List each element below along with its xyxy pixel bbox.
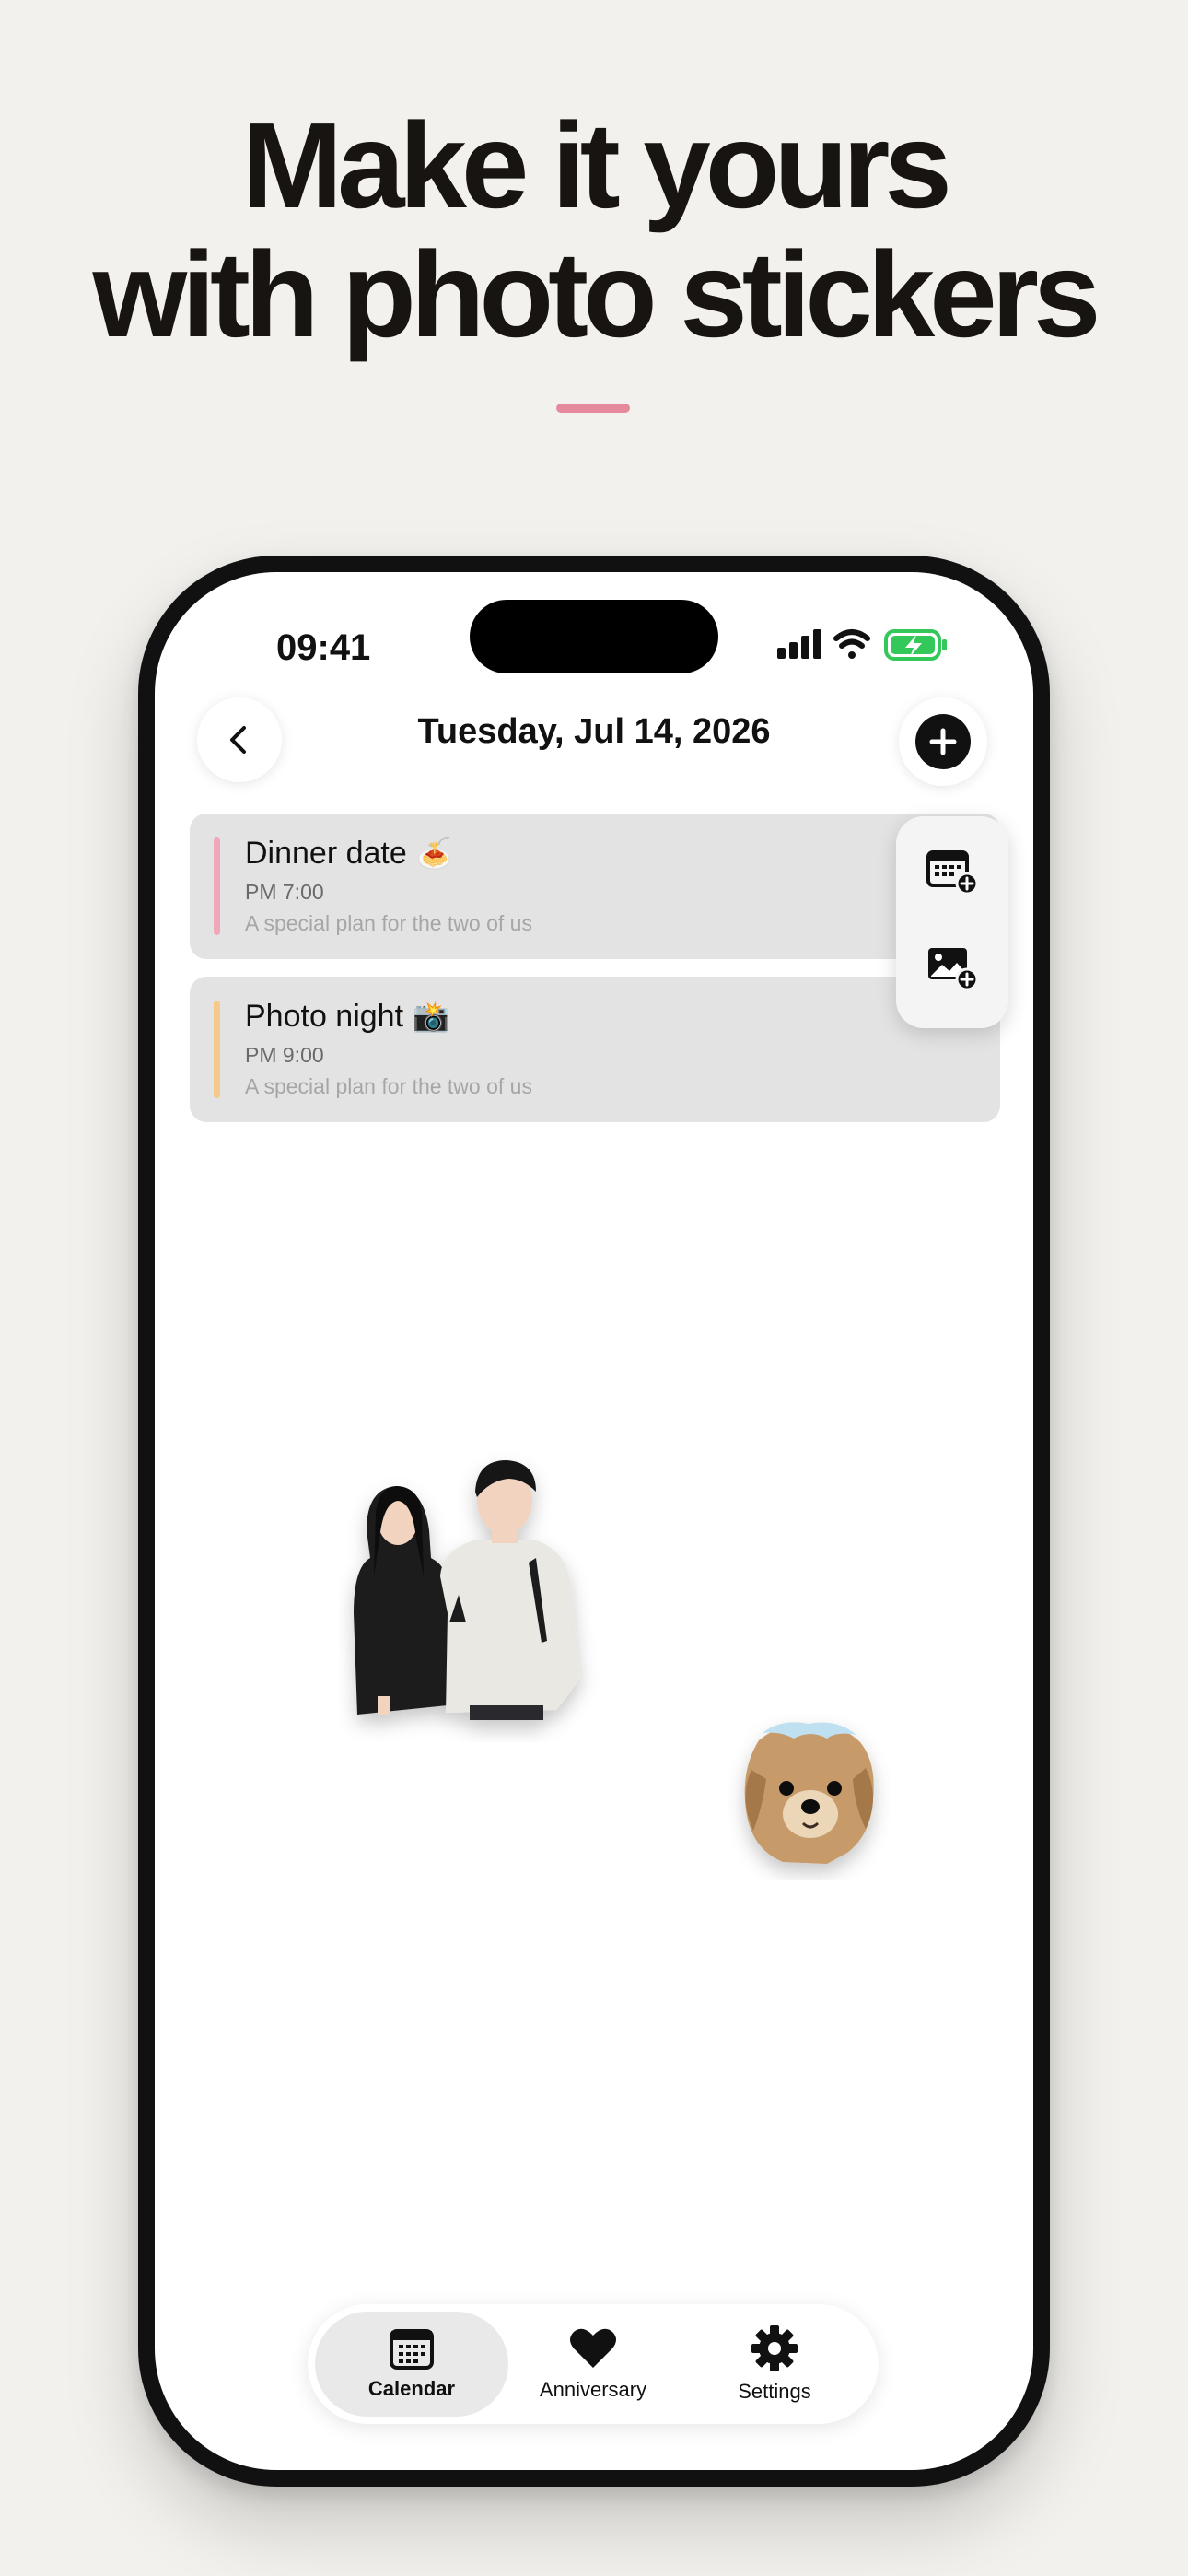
status-icons xyxy=(777,629,947,661)
add-photo-button[interactable] xyxy=(916,931,988,1002)
event-emoji: 📸 xyxy=(413,1000,449,1033)
headline-line-1: Make it yours xyxy=(241,98,952,233)
gear-icon xyxy=(751,2325,798,2371)
tab-anniversary[interactable]: Anniversary xyxy=(496,2312,690,2417)
add-button[interactable] xyxy=(899,697,987,786)
tab-settings[interactable]: Settings xyxy=(678,2312,871,2417)
tab-calendar[interactable]: Calendar xyxy=(315,2312,508,2417)
event-description: A special plan for the two of us xyxy=(245,1074,532,1098)
add-calendar-event-icon xyxy=(926,850,979,896)
headline-accent-bar xyxy=(556,404,630,413)
dynamic-island xyxy=(470,600,718,673)
add-button-disc xyxy=(915,714,971,769)
event-title: Photo night 📸 xyxy=(245,999,449,1034)
event-description: A special plan for the two of us xyxy=(245,911,532,935)
heart-icon xyxy=(570,2328,616,2368)
event-color-stripe xyxy=(214,837,220,935)
event-emoji: 🍝 xyxy=(415,837,453,870)
headline-line-2: with photo stickers xyxy=(92,227,1101,362)
status-time: 09:41 xyxy=(276,627,371,668)
couple-photo-sticker[interactable] xyxy=(339,1401,615,1742)
event-card-photo-night[interactable]: Photo night 📸 PM 9:00 A special plan for … xyxy=(190,977,1000,1122)
event-card-dinner[interactable]: Dinner date 🍝 PM 7:00 A special plan for … xyxy=(190,814,1000,959)
tab-label: Anniversary xyxy=(539,2378,647,2401)
tab-bar: Calendar Anniversary Settings xyxy=(308,2304,879,2424)
calendar-icon xyxy=(390,2329,434,2370)
plus-icon xyxy=(929,728,957,755)
event-time: PM 7:00 xyxy=(245,880,324,904)
tab-label: Calendar xyxy=(367,2377,456,2400)
headline: Make it yours with photo stickers xyxy=(0,101,1188,359)
add-menu-popup xyxy=(896,816,1008,1028)
dog-photo-sticker[interactable] xyxy=(726,1715,891,1880)
phone-frame: 09:41 Tuesday, Jul 14, 2026 Dinner date … xyxy=(138,556,1050,2487)
wifi-icon xyxy=(833,629,870,659)
battery-charging-icon xyxy=(884,629,947,661)
event-title: Dinner date 🍝 xyxy=(245,836,453,871)
add-photo-icon xyxy=(928,948,979,991)
event-time: PM 9:00 xyxy=(245,1043,324,1067)
event-color-stripe xyxy=(214,1001,220,1098)
add-calendar-event-button[interactable] xyxy=(916,835,988,907)
phone-screen: 09:41 Tuesday, Jul 14, 2026 Dinner date … xyxy=(155,572,1033,2470)
cellular-signal-icon xyxy=(777,629,821,659)
tab-label: Settings xyxy=(738,2380,811,2403)
